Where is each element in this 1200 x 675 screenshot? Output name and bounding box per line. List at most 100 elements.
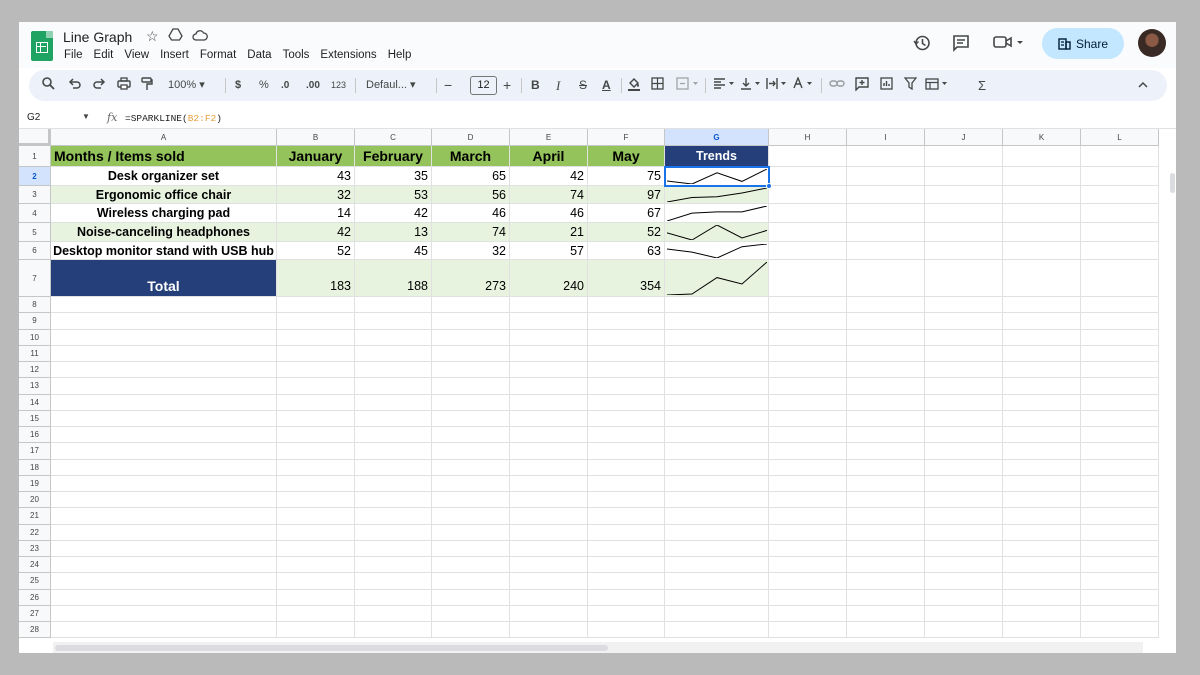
empty-cell[interactable] [665,427,769,444]
empty-cell[interactable] [769,204,847,223]
empty-cell[interactable] [1081,297,1159,314]
empty-cell[interactable] [277,508,355,525]
row-header-21[interactable]: 21 [19,508,51,525]
empty-cell[interactable] [665,378,769,395]
empty-cell[interactable] [355,378,432,395]
vertical-scrollbar[interactable] [1169,129,1176,642]
column-header-f[interactable]: F [588,129,665,146]
empty-cell[interactable] [1081,573,1159,590]
empty-cell[interactable] [847,410,925,427]
menu-format[interactable]: Format [200,49,236,61]
empty-cell[interactable] [1081,186,1159,204]
row-header-24[interactable]: 24 [19,557,51,574]
name-box-dropdown-icon[interactable]: ▼ [82,112,90,121]
empty-cell[interactable] [769,313,847,330]
empty-cell[interactable] [665,540,769,557]
empty-cell[interactable] [1003,427,1081,444]
empty-cell[interactable] [1003,260,1081,297]
empty-cell[interactable] [588,329,665,346]
row-header-1[interactable]: 1 [19,146,51,167]
empty-cell[interactable] [769,329,847,346]
value-cell[interactable]: 65 [432,167,510,186]
empty-cell[interactable] [1003,297,1081,314]
document-title[interactable]: Line Graph [63,29,132,45]
row-header-20[interactable]: 20 [19,492,51,509]
insert-chart-icon[interactable] [880,77,893,94]
empty-cell[interactable] [665,410,769,427]
empty-cell[interactable] [925,297,1003,314]
menu-help[interactable]: Help [388,49,412,61]
empty-cell[interactable] [51,589,277,606]
value-cell[interactable]: 43 [277,167,355,186]
empty-cell[interactable] [1081,313,1159,330]
strikethrough-button[interactable]: S [579,77,587,94]
empty-cell[interactable] [769,622,847,639]
empty-cell[interactable] [925,378,1003,395]
empty-cell[interactable] [355,297,432,314]
row-header-13[interactable]: 13 [19,378,51,395]
table-header-month[interactable]: April [510,146,588,167]
empty-cell[interactable] [432,622,510,639]
empty-cell[interactable] [769,260,847,297]
empty-cell[interactable] [1003,410,1081,427]
empty-cell[interactable] [510,605,588,622]
select-all-corner[interactable] [19,129,51,146]
column-header-c[interactable]: C [355,129,432,146]
empty-cell[interactable] [847,223,925,242]
filter-views-icon[interactable] [925,77,951,94]
empty-cell[interactable] [1003,557,1081,574]
column-header-d[interactable]: D [432,129,510,146]
empty-cell[interactable] [769,427,847,444]
name-box[interactable]: G2 [27,112,40,123]
empty-cell[interactable] [1003,223,1081,242]
empty-cell[interactable] [432,297,510,314]
empty-cell[interactable] [277,557,355,574]
empty-cell[interactable] [925,622,1003,639]
empty-cell[interactable] [588,313,665,330]
formula-input[interactable]: =SPARKLINE(B2:F2) [125,113,222,124]
empty-cell[interactable] [355,508,432,525]
empty-cell[interactable] [510,443,588,460]
empty-cell[interactable] [51,345,277,362]
empty-cell[interactable] [510,475,588,492]
column-header-b[interactable]: B [277,129,355,146]
menu-file[interactable]: File [64,49,83,61]
empty-cell[interactable] [665,508,769,525]
row-header-22[interactable]: 22 [19,524,51,541]
search-menus-icon[interactable] [42,77,55,94]
table-header-month[interactable]: January [277,146,355,167]
collapse-toolbar-icon[interactable] [1138,77,1148,94]
empty-cell[interactable] [925,329,1003,346]
empty-cell[interactable] [925,186,1003,204]
empty-cell[interactable] [432,557,510,574]
total-label-cell[interactable]: Total [51,260,277,297]
empty-cell[interactable] [769,146,847,167]
empty-cell[interactable] [588,475,665,492]
empty-cell[interactable] [277,540,355,557]
item-name-cell[interactable]: Wireless charging pad [51,204,277,223]
row-header-9[interactable]: 9 [19,313,51,330]
empty-cell[interactable] [925,394,1003,411]
empty-cell[interactable] [1003,146,1081,167]
empty-cell[interactable] [847,329,925,346]
menu-extensions[interactable]: Extensions [320,49,376,61]
vertical-scroll-thumb[interactable] [1170,173,1175,193]
empty-cell[interactable] [847,313,925,330]
empty-cell[interactable] [432,589,510,606]
empty-cell[interactable] [1003,204,1081,223]
value-cell[interactable]: 67 [588,204,665,223]
empty-cell[interactable] [588,362,665,379]
empty-cell[interactable] [847,475,925,492]
empty-cell[interactable] [277,492,355,509]
empty-cell[interactable] [355,345,432,362]
empty-cell[interactable] [1081,622,1159,639]
empty-cell[interactable] [1081,345,1159,362]
empty-cell[interactable] [925,557,1003,574]
format-percent-button[interactable]: % [259,77,269,94]
row-header-14[interactable]: 14 [19,394,51,411]
empty-cell[interactable] [510,573,588,590]
empty-cell[interactable] [51,410,277,427]
empty-cell[interactable] [925,362,1003,379]
value-cell[interactable]: 14 [277,204,355,223]
empty-cell[interactable] [355,540,432,557]
